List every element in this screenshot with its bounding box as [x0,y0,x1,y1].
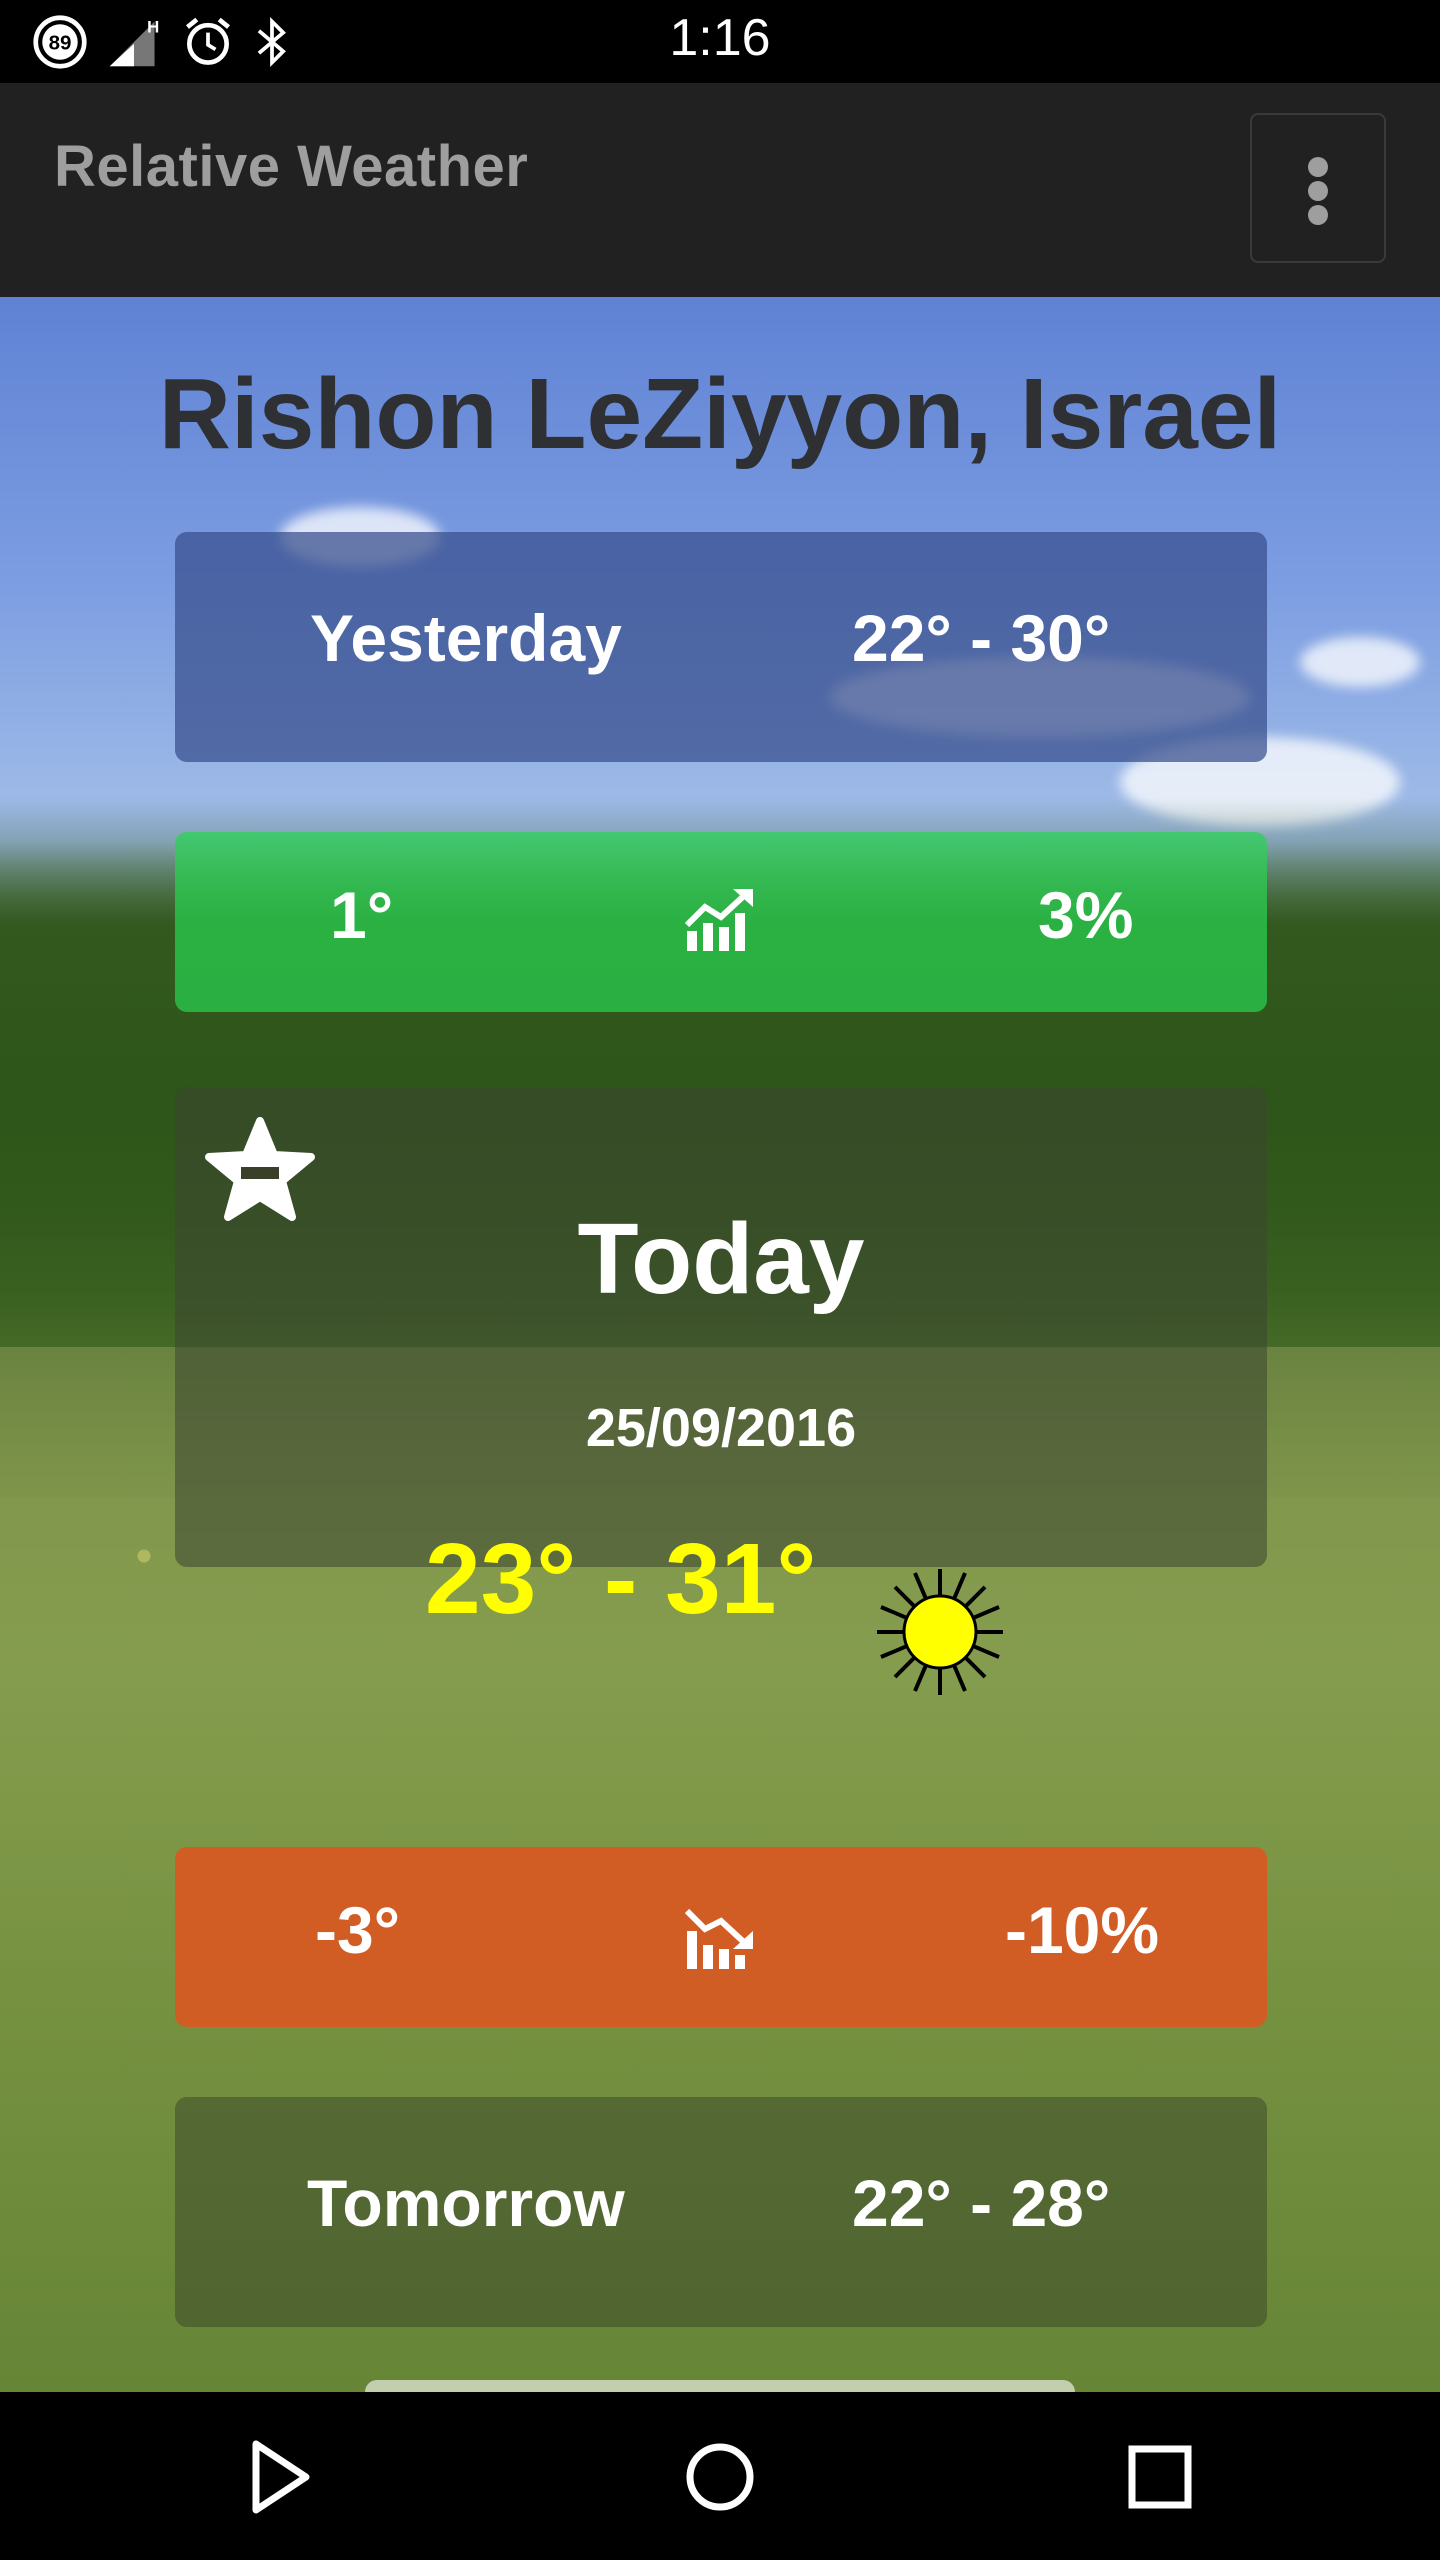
tomorrow-card[interactable]: Tomorrow 22° - 28° [175,2097,1267,2327]
diff-up-percent: 3% [1038,878,1134,952]
tomorrow-label: Tomorrow [307,2166,625,2240]
today-date: 25/09/2016 [585,1398,857,1458]
yesterday-range: 22° - 30° [852,601,1111,675]
tomorrow-range: 22° - 28° [852,2166,1111,2240]
status-time: 1:16 [669,9,771,67]
diff-down-degrees: -3° [315,1893,401,1967]
today-card[interactable]: Today 25/09/2016 23° - 31° [175,1087,1267,1695]
yesterday-label: Yesterday [310,601,622,675]
sun-icon [877,1569,1003,1695]
today-range: 23° - 31° [425,1523,817,1635]
app-title: Relative Weather [54,134,529,199]
difference-up-card: 1° 3% [175,832,1267,1012]
trending-down-icon [684,1908,753,1969]
location-title: Rishon LeZiyyon, Israel [158,358,1282,470]
trending-up-icon [684,889,753,951]
diff-up-degrees: 1° [330,878,394,952]
today-title: Today [577,1203,865,1315]
recents-icon[interactable] [1115,2432,1205,2522]
navigation-bar [0,2392,1440,2560]
back-icon[interactable] [236,2432,326,2522]
home-icon[interactable] [675,2432,765,2522]
diff-down-percent: -10% [1005,1893,1160,1967]
scroll-indicator [365,2380,1075,2392]
yesterday-card[interactable]: Yesterday 22° - 30° [175,532,1267,762]
difference-down-card: -3° -10% [175,1847,1267,2027]
weather-content[interactable]: Rishon LeZiyyon, Israel Yesterday 22° - … [0,297,1440,2392]
overflow-menu-button[interactable] [1250,113,1386,263]
app-toolbar: Relative Weather [0,83,1440,297]
status-bar: 89 H 1:16 [0,0,1440,83]
